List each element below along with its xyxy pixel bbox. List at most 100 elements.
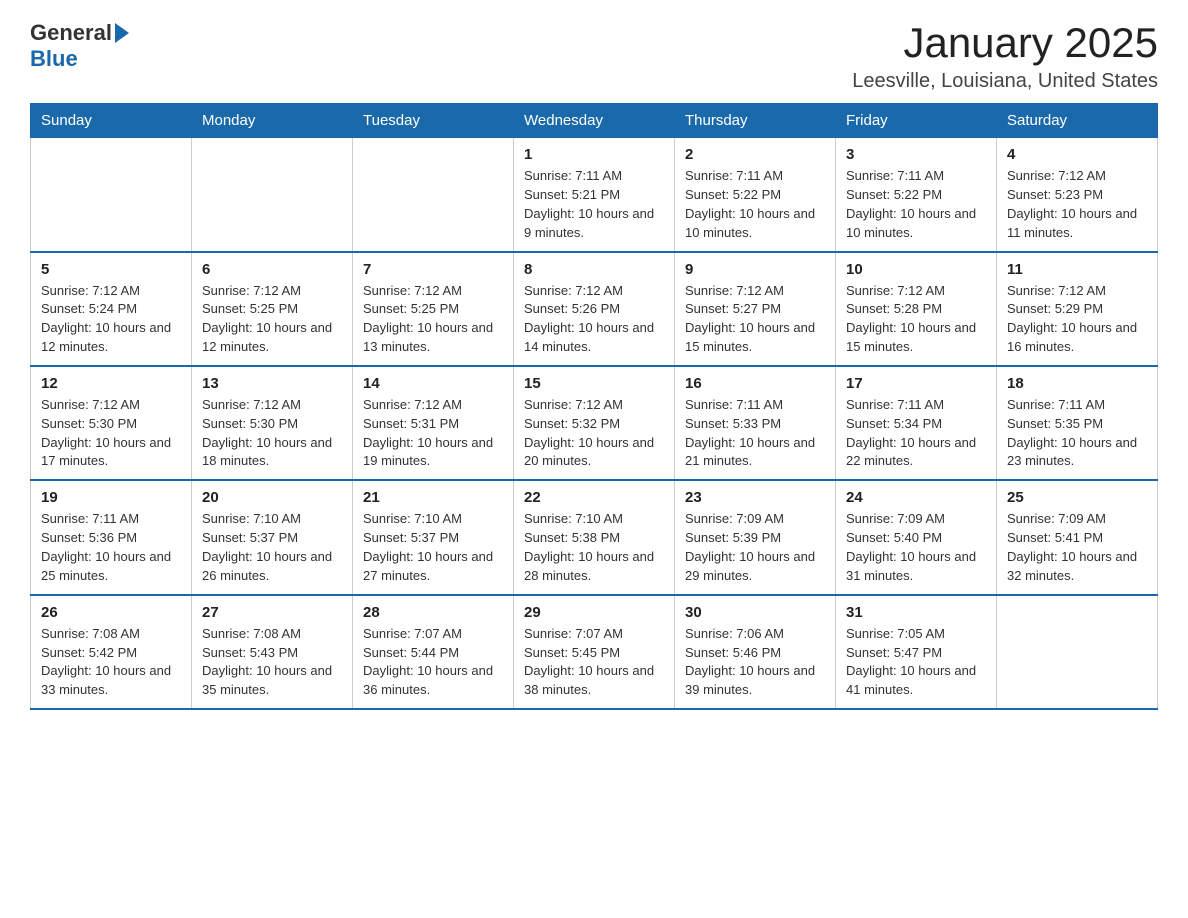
calendar-cell: 27 Sunrise: 7:08 AMSunset: 5:43 PMDayligh… <box>192 595 353 709</box>
day-info: Sunrise: 7:12 AMSunset: 5:30 PMDaylight:… <box>41 396 181 471</box>
day-info: Sunrise: 7:12 AMSunset: 5:29 PMDaylight:… <box>1007 282 1147 357</box>
calendar-cell: 7 Sunrise: 7:12 AMSunset: 5:25 PMDaylight… <box>353 252 514 366</box>
day-info: Sunrise: 7:09 AMSunset: 5:41 PMDaylight:… <box>1007 510 1147 585</box>
calendar-cell <box>353 138 514 252</box>
day-info: Sunrise: 7:11 AMSunset: 5:35 PMDaylight:… <box>1007 396 1147 471</box>
calendar-cell: 23Sunrise: 7:09 AMSunset: 5:39 PMDayligh… <box>675 480 836 594</box>
day-info: Sunrise: 7:12 AMSunset: 5:28 PMDaylight:… <box>846 282 986 357</box>
calendar-cell: 31Sunrise: 7:05 AMSunset: 5:47 PMDayligh… <box>836 595 997 709</box>
day-number: 30 <box>685 604 825 621</box>
week-row-3: 12Sunrise: 7:12 AMSunset: 5:30 PMDayligh… <box>31 366 1158 480</box>
day-number: 9 <box>685 261 825 278</box>
day-info: Sunrise: 7:12 AMSunset: 5:25 PMDaylight:… <box>202 282 342 357</box>
calendar-cell: 12Sunrise: 7:12 AMSunset: 5:30 PMDayligh… <box>31 366 192 480</box>
calendar-cell: 26Sunrise: 7:08 AMSunset: 5:42 PMDayligh… <box>31 595 192 709</box>
day-number: 28 <box>363 604 503 621</box>
day-info: Sunrise: 7:12 AMSunset: 5:31 PMDaylight:… <box>363 396 503 471</box>
page-header: General Blue January 2025 Leesville, Lou… <box>30 20 1158 93</box>
calendar-body: 1 Sunrise: 7:11 AMSunset: 5:21 PMDaylight… <box>31 138 1158 709</box>
calendar-cell: 6 Sunrise: 7:12 AMSunset: 5:25 PMDaylight… <box>192 252 353 366</box>
day-info: Sunrise: 7:11 AMSunset: 5:36 PMDaylight:… <box>41 510 181 585</box>
day-info: Sunrise: 7:12 AMSunset: 5:32 PMDaylight:… <box>524 396 664 471</box>
day-number: 11 <box>1007 261 1147 278</box>
day-number: 8 <box>524 261 664 278</box>
calendar-cell: 3 Sunrise: 7:11 AMSunset: 5:22 PMDaylight… <box>836 138 997 252</box>
header-row: SundayMondayTuesdayWednesdayThursdayFrid… <box>31 104 1158 138</box>
day-info: Sunrise: 7:10 AMSunset: 5:38 PMDaylight:… <box>524 510 664 585</box>
day-info: Sunrise: 7:10 AMSunset: 5:37 PMDaylight:… <box>363 510 503 585</box>
header-cell-thursday: Thursday <box>675 104 836 138</box>
calendar-cell: 16 Sunrise: 7:11 AMSunset: 5:33 PMDayligh… <box>675 366 836 480</box>
calendar-cell: 18 Sunrise: 7:11 AMSunset: 5:35 PMDayligh… <box>997 366 1158 480</box>
day-number: 25 <box>1007 489 1147 506</box>
day-number: 1 <box>524 146 664 163</box>
week-row-1: 1 Sunrise: 7:11 AMSunset: 5:21 PMDaylight… <box>31 138 1158 252</box>
day-info: Sunrise: 7:07 AMSunset: 5:45 PMDaylight:… <box>524 625 664 700</box>
header-cell-saturday: Saturday <box>997 104 1158 138</box>
calendar-cell: 22 Sunrise: 7:10 AMSunset: 5:38 PMDayligh… <box>514 480 675 594</box>
logo-general-text: General <box>30 20 112 46</box>
day-number: 18 <box>1007 375 1147 392</box>
day-number: 24 <box>846 489 986 506</box>
calendar-cell: 24 Sunrise: 7:09 AMSunset: 5:40 PMDayligh… <box>836 480 997 594</box>
calendar-cell: 21 Sunrise: 7:10 AMSunset: 5:37 PMDayligh… <box>353 480 514 594</box>
day-info: Sunrise: 7:12 AMSunset: 5:30 PMDaylight:… <box>202 396 342 471</box>
calendar-cell <box>997 595 1158 709</box>
day-number: 23 <box>685 489 825 506</box>
calendar-cell: 1 Sunrise: 7:11 AMSunset: 5:21 PMDaylight… <box>514 138 675 252</box>
week-row-2: 5Sunrise: 7:12 AMSunset: 5:24 PMDaylight… <box>31 252 1158 366</box>
day-number: 13 <box>202 375 342 392</box>
calendar-cell: 17 Sunrise: 7:11 AMSunset: 5:34 PMDayligh… <box>836 366 997 480</box>
calendar-cell: 30 Sunrise: 7:06 AMSunset: 5:46 PMDayligh… <box>675 595 836 709</box>
day-info: Sunrise: 7:12 AMSunset: 5:25 PMDaylight:… <box>363 282 503 357</box>
day-number: 10 <box>846 261 986 278</box>
calendar-cell: 13 Sunrise: 7:12 AMSunset: 5:30 PMDayligh… <box>192 366 353 480</box>
day-number: 31 <box>846 604 986 621</box>
calendar-cell: 9 Sunrise: 7:12 AMSunset: 5:27 PMDaylight… <box>675 252 836 366</box>
day-number: 17 <box>846 375 986 392</box>
page-title: January 2025 <box>852 20 1158 66</box>
logo: General Blue <box>30 20 129 72</box>
day-info: Sunrise: 7:08 AMSunset: 5:43 PMDaylight:… <box>202 625 342 700</box>
day-number: 16 <box>685 375 825 392</box>
day-info: Sunrise: 7:08 AMSunset: 5:42 PMDaylight:… <box>41 625 181 700</box>
day-number: 20 <box>202 489 342 506</box>
day-number: 27 <box>202 604 342 621</box>
day-info: Sunrise: 7:11 AMSunset: 5:22 PMDaylight:… <box>685 167 825 242</box>
calendar-cell: 10 Sunrise: 7:12 AMSunset: 5:28 PMDayligh… <box>836 252 997 366</box>
calendar-header: SundayMondayTuesdayWednesdayThursdayFrid… <box>31 104 1158 138</box>
week-row-4: 19Sunrise: 7:11 AMSunset: 5:36 PMDayligh… <box>31 480 1158 594</box>
day-number: 4 <box>1007 146 1147 163</box>
day-info: Sunrise: 7:11 AMSunset: 5:21 PMDaylight:… <box>524 167 664 242</box>
day-info: Sunrise: 7:12 AMSunset: 5:26 PMDaylight:… <box>524 282 664 357</box>
day-info: Sunrise: 7:11 AMSunset: 5:22 PMDaylight:… <box>846 167 986 242</box>
day-number: 6 <box>202 261 342 278</box>
day-info: Sunrise: 7:11 AMSunset: 5:34 PMDaylight:… <box>846 396 986 471</box>
day-info: Sunrise: 7:09 AMSunset: 5:40 PMDaylight:… <box>846 510 986 585</box>
day-number: 14 <box>363 375 503 392</box>
calendar-cell <box>31 138 192 252</box>
calendar-cell: 25 Sunrise: 7:09 AMSunset: 5:41 PMDayligh… <box>997 480 1158 594</box>
logo-blue-text: Blue <box>30 46 78 72</box>
day-number: 22 <box>524 489 664 506</box>
calendar-cell: 28Sunrise: 7:07 AMSunset: 5:44 PMDayligh… <box>353 595 514 709</box>
day-info: Sunrise: 7:12 AMSunset: 5:27 PMDaylight:… <box>685 282 825 357</box>
calendar-cell: 29Sunrise: 7:07 AMSunset: 5:45 PMDayligh… <box>514 595 675 709</box>
day-info: Sunrise: 7:10 AMSunset: 5:37 PMDaylight:… <box>202 510 342 585</box>
day-info: Sunrise: 7:12 AMSunset: 5:24 PMDaylight:… <box>41 282 181 357</box>
day-info: Sunrise: 7:06 AMSunset: 5:46 PMDaylight:… <box>685 625 825 700</box>
calendar-cell: 19Sunrise: 7:11 AMSunset: 5:36 PMDayligh… <box>31 480 192 594</box>
day-number: 15 <box>524 375 664 392</box>
calendar-cell <box>192 138 353 252</box>
header-cell-monday: Monday <box>192 104 353 138</box>
header-cell-wednesday: Wednesday <box>514 104 675 138</box>
day-number: 3 <box>846 146 986 163</box>
calendar-cell: 5Sunrise: 7:12 AMSunset: 5:24 PMDaylight… <box>31 252 192 366</box>
calendar-table: SundayMondayTuesdayWednesdayThursdayFrid… <box>30 103 1158 710</box>
day-number: 7 <box>363 261 503 278</box>
day-number: 21 <box>363 489 503 506</box>
calendar-cell: 15 Sunrise: 7:12 AMSunset: 5:32 PMDayligh… <box>514 366 675 480</box>
page-subtitle: Leesville, Louisiana, United States <box>852 70 1158 93</box>
day-info: Sunrise: 7:11 AMSunset: 5:33 PMDaylight:… <box>685 396 825 471</box>
logo-triangle-icon <box>115 23 129 43</box>
